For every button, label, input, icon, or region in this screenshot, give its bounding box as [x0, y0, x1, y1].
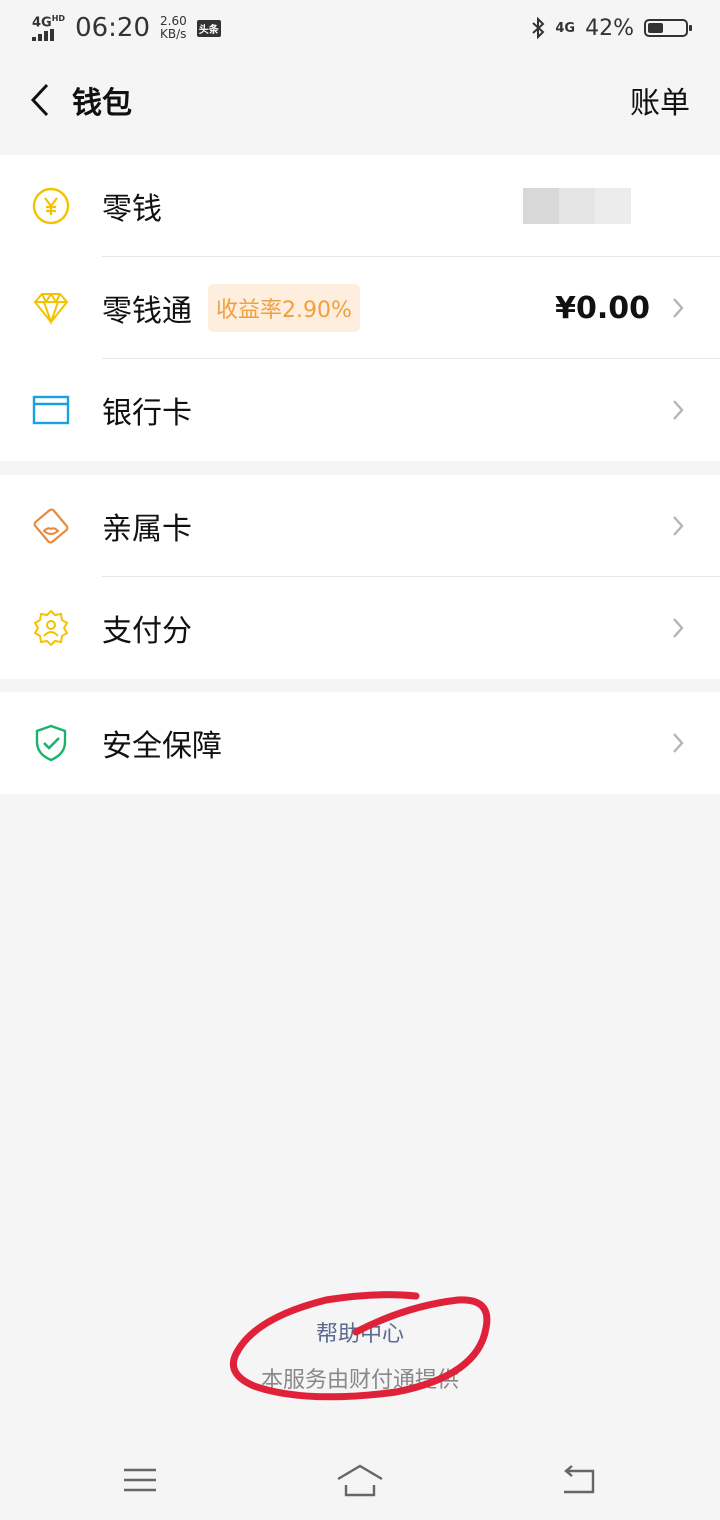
nav-bar: 钱包 账单: [0, 56, 720, 144]
row-label: 安全保障: [102, 729, 222, 764]
battery-percent: 42%: [585, 15, 634, 41]
back-button[interactable]: [22, 78, 58, 122]
chevron-right-icon: [670, 729, 686, 757]
home-button[interactable]: [336, 1458, 384, 1502]
row-label: 亲属卡: [102, 512, 192, 547]
row-security[interactable]: 安全保障: [0, 692, 720, 794]
chevron-left-icon: [30, 83, 49, 117]
status-time: 06:20: [75, 13, 150, 43]
battery-icon: [644, 19, 692, 37]
row-bank-card[interactable]: 银行卡: [0, 359, 720, 461]
balance-amount: ¥0.00: [555, 290, 650, 326]
chevron-right-icon: [670, 396, 686, 424]
signal-indicator: 4GHD: [32, 13, 66, 42]
wallet-group-security: 安全保障: [0, 692, 720, 794]
status-bar: 4GHD 06:20 2.60 KB/s 头条 4G 42%: [0, 0, 720, 56]
yield-rate-badge: 收益率2.90%: [208, 284, 360, 332]
row-change-pass[interactable]: 零钱通 收益率2.90% ¥0.00: [0, 257, 720, 359]
row-label: 银行卡: [102, 396, 192, 431]
app-notification-badge: 头条: [196, 19, 221, 37]
diamond-icon: [32, 289, 70, 327]
chevron-right-icon: [670, 614, 686, 642]
status-left: 4GHD 06:20 2.60 KB/s 头条: [32, 13, 221, 43]
row-change[interactable]: 零钱: [0, 155, 720, 257]
network-right-label: 4G: [555, 20, 576, 36]
return-icon: [564, 1465, 595, 1494]
chevron-right-icon: [670, 512, 686, 540]
chevron-right-icon: [670, 294, 686, 322]
shield-check-icon: [32, 724, 70, 762]
network-speed: 2.60 KB/s: [160, 14, 187, 41]
network-label: 4GHD: [32, 13, 66, 31]
menu-button[interactable]: [118, 1458, 162, 1502]
page-title: 钱包: [72, 86, 132, 121]
bank-card-icon: [32, 391, 70, 429]
signal-bars-icon: [32, 29, 65, 42]
home-icon: [337, 1464, 383, 1497]
bluetooth-icon: [532, 17, 545, 39]
row-label: 零钱通: [102, 294, 192, 329]
yen-coin-icon: [32, 187, 70, 225]
system-nav-bar: [0, 1440, 720, 1520]
hidden-balance: [523, 188, 631, 224]
pay-score-icon: [32, 609, 70, 647]
row-label: 零钱: [102, 192, 162, 227]
family-card-icon: [32, 507, 70, 545]
row-pay-score[interactable]: 支付分: [0, 577, 720, 679]
wallet-group-services: 亲属卡 支付分: [0, 475, 720, 679]
wallet-group-balance: 零钱 零钱通 收益率2.90% ¥0.00 银行卡: [0, 155, 720, 461]
row-family-card[interactable]: 亲属卡: [0, 475, 720, 577]
battery-fill: [648, 23, 663, 33]
bill-button[interactable]: 账单: [630, 78, 690, 122]
status-right: 4G 42%: [531, 15, 692, 41]
back-system-button[interactable]: [556, 1458, 600, 1502]
row-label: 支付分: [102, 614, 192, 649]
menu-icon: [124, 1468, 156, 1492]
red-annotation-circle: [229, 1291, 491, 1401]
